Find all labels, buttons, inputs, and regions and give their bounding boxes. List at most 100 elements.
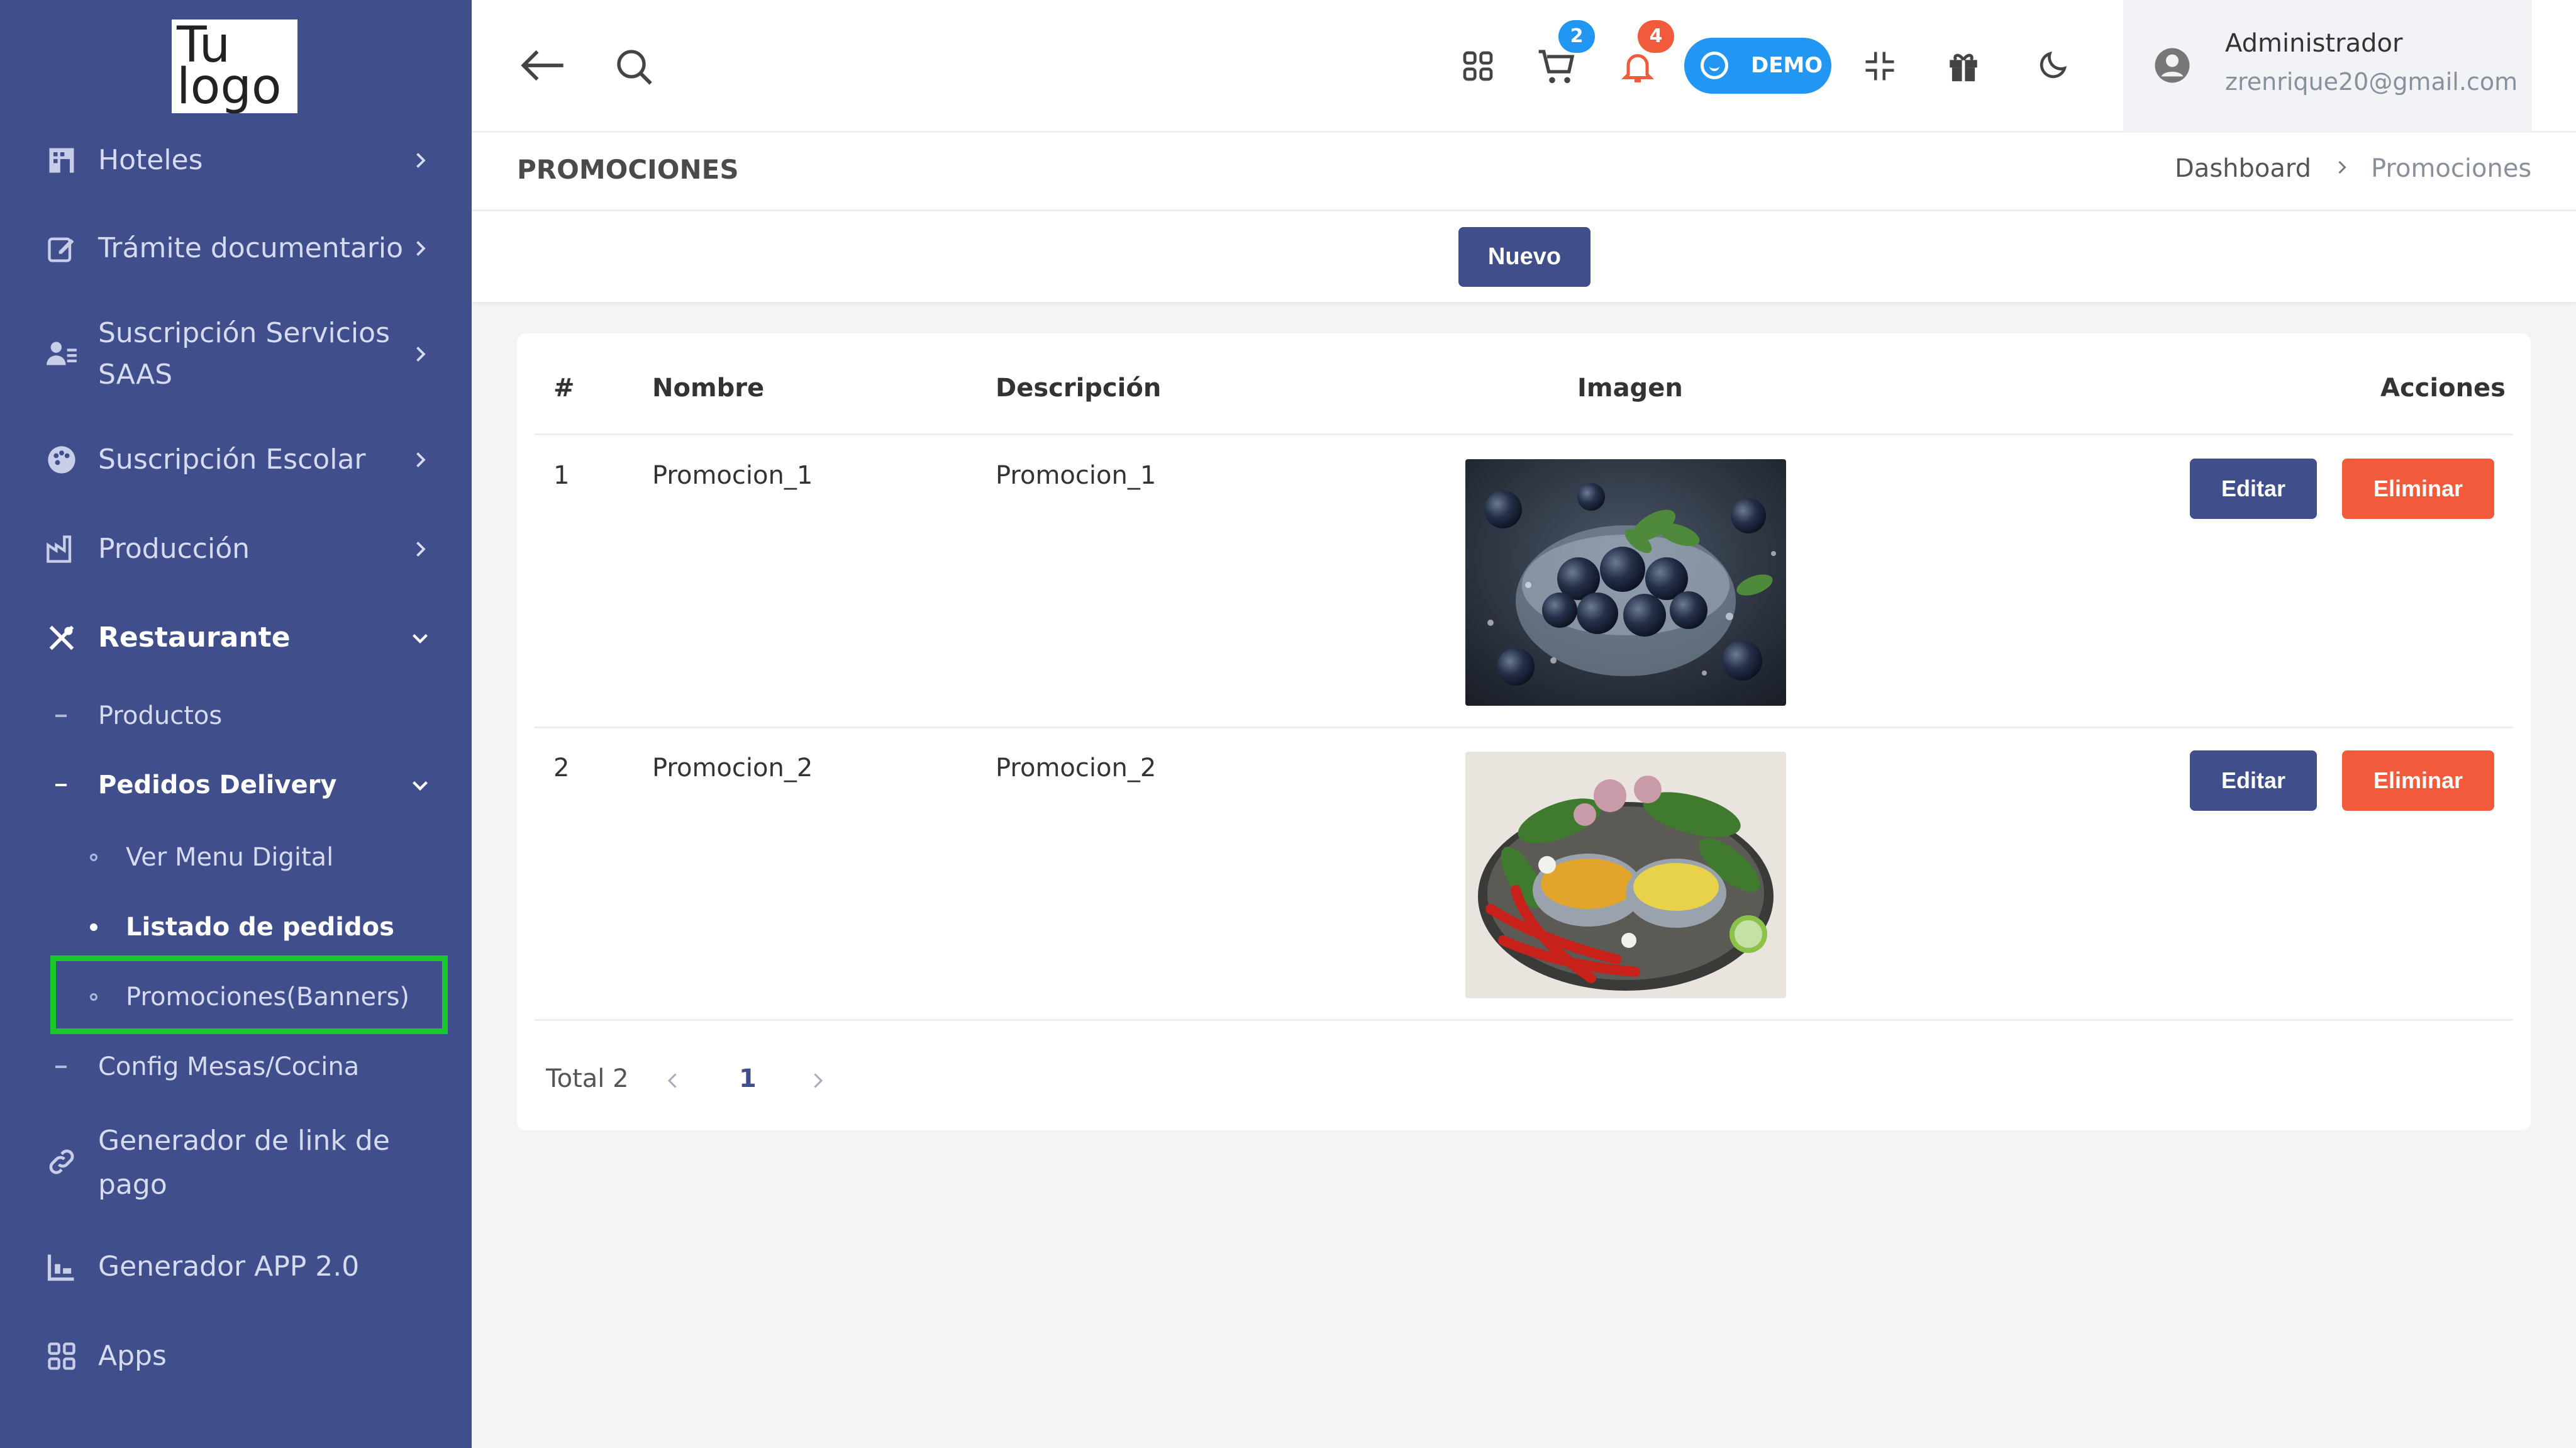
new-button[interactable]: Nuevo [1458,227,1591,287]
sidebar-item-label: Ver Menu Digital [126,843,334,872]
sidebar-item-ver-menu-digital[interactable]: Ver Menu Digital [0,838,472,876]
sidebar-item-suscripcion-saas[interactable]: Suscripción Servicios SAAS [0,313,472,396]
apps-grid-icon [48,1342,75,1370]
dot-marker [90,923,97,931]
chevron-right-icon [416,153,426,168]
sidebar-item-label: Config Mesas/Cocina [98,1052,360,1081]
demo-toggle[interactable]: DEMO [1684,38,1831,94]
sidebar-item-label: Suscripción Servicios [98,317,390,349]
sidebar-item-label-line2: pago [98,1169,167,1201]
spices-image [1465,752,1786,998]
link-icon [49,1149,74,1174]
row-number: 1 [553,461,570,490]
row-descripcion: Promocion_1 [996,461,1157,490]
user-avatar-icon[interactable] [2153,47,2191,84]
edit-button[interactable]: Editar [2190,459,2317,519]
notification-count-badge: 4 [1638,20,1674,53]
sidebar-item-label: Generador APP 2.0 [98,1250,360,1283]
dot-marker [90,854,97,861]
sidebar-item-label: Trámite documentario [98,232,404,264]
sidebar-item-listado-pedidos[interactable]: Listado de pedidos [0,908,472,946]
demo-label: DEMO [1751,53,1823,78]
logo[interactable]: Tu logo [172,19,297,113]
sidebar-item-productos[interactable]: Productos [0,697,472,735]
dash-marker [55,784,67,786]
sidebar-item-restaurante[interactable]: Restaurante [0,617,472,659]
edit-button[interactable]: Editar [2190,750,2317,811]
blueberries-image [1465,459,1786,706]
row-nombre: Promocion_1 [652,461,813,490]
dash-marker [55,1066,67,1068]
sidebar-item-label: Productos [98,701,223,730]
sidebar-item-label: Producción [98,533,250,565]
highlight-box [50,955,448,1034]
sidebar-item-label: Apps [98,1340,167,1372]
delete-button[interactable]: Eliminar [2342,750,2494,811]
chevron-down-icon [413,781,428,791]
moon-icon[interactable] [2035,48,2070,83]
user-email: zrenrique20@gmail.com [2225,68,2518,96]
delete-button[interactable]: Eliminar [2342,459,2494,519]
search-icon[interactable] [614,47,654,87]
factory-icon [47,535,72,563]
total-count: Total 2 [546,1064,629,1093]
chevron-left-icon[interactable] [662,1069,684,1092]
chevron-right-icon [416,241,426,256]
smile-icon [1701,52,1728,79]
page-title: PROMOCIONES [517,154,739,185]
document-edit-icon [48,237,74,262]
back-arrow-icon[interactable] [519,45,567,86]
row-nombre: Promocion_2 [652,754,813,782]
sidebar-item-label: Listado de pedidos [126,913,394,942]
chevron-right-icon [416,542,426,557]
row-number: 2 [553,754,570,782]
sidebar-item-pedidos-delivery[interactable]: Pedidos Delivery [0,766,472,804]
page-number-current[interactable]: 1 [739,1064,757,1093]
column-header-acciones: Acciones [2380,374,2506,403]
logo-line-2: logo [177,58,282,115]
sidebar-item-apps[interactable]: Apps [0,1335,472,1377]
chevron-right-icon [2338,160,2346,174]
column-header-imagen: Imagen [1577,374,1683,403]
cart-icon[interactable] [1537,47,1577,87]
cart-count-badge: 2 [1558,20,1595,53]
dash-marker [55,715,67,717]
hotel-icon [49,148,74,173]
table-card [517,333,2531,1130]
sidebar-item-hoteles[interactable]: Hoteles [0,140,472,181]
app-builder-icon [47,1254,74,1281]
palette-icon [48,446,75,474]
divider [535,433,2513,435]
sidebar-item-suscripcion-escolar[interactable]: Suscripción Escolar [0,439,472,481]
user-list-icon [47,342,77,365]
sidebar-item-label: Pedidos Delivery [98,771,337,799]
user-name: Administrador [2225,29,2403,58]
breadcrumb-promociones: Promociones [2371,154,2532,183]
sidebar-item-generador-link-pago[interactable]: Generador de link de pago [0,1120,472,1203]
breadcrumb-dashboard[interactable]: Dashboard [2175,154,2311,183]
sidebar-item-produccion[interactable]: Producción [0,528,472,570]
sidebar-item-tramite[interactable]: Trámite documentario [0,228,472,269]
sidebar-item-label: Generador de link de [98,1125,390,1157]
utensils-icon [49,625,74,650]
sidebar: Tu logo Hoteles Trámite documentario Sus… [0,0,472,1448]
sidebar-item-label: Restaurante [98,621,291,654]
divider [535,727,2513,728]
chevron-right-icon [416,347,426,362]
column-header-descripcion: Descripción [996,374,1162,403]
sidebar-item-label-line2: SAAS [98,359,173,391]
column-header-number: # [553,374,575,403]
sidebar-item-config-mesas[interactable]: Config Mesas/Cocina [0,1048,472,1086]
apps-grid-icon[interactable] [1460,48,1496,84]
sidebar-item-label: Hoteles [98,144,203,176]
sidebar-item-label: Suscripción Escolar [98,443,366,476]
gift-icon[interactable] [1945,48,1982,84]
compress-icon[interactable] [1863,49,1897,83]
chevron-right-icon [416,452,426,467]
divider [535,1019,2513,1021]
chevron-down-icon [413,634,428,643]
row-descripcion: Promocion_2 [996,754,1157,782]
column-header-nombre: Nombre [652,374,765,403]
chevron-right-icon[interactable] [806,1069,829,1092]
sidebar-item-generador-app[interactable]: Generador APP 2.0 [0,1246,472,1288]
